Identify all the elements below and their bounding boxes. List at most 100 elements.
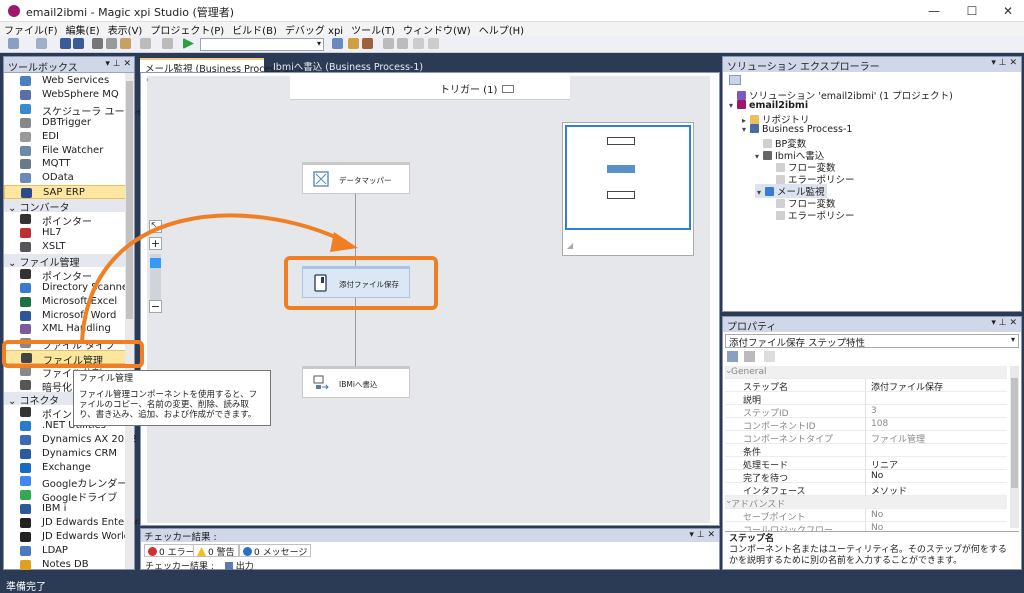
toolbox-item[interactable]: XML Handling — [4, 322, 126, 336]
menu-item[interactable]: 編集(E) — [66, 22, 100, 37]
tree-node[interactable]: ▾ Business Process-1 — [742, 124, 852, 135]
run-icon[interactable] — [183, 38, 194, 49]
property-row[interactable]: 説明 — [725, 392, 1007, 406]
minimap[interactable]: ◢ — [562, 122, 694, 256]
chevron-down-icon[interactable]: ▾ — [742, 125, 750, 134]
zoom-out-button[interactable]: − — [149, 300, 162, 313]
menu-item[interactable]: デバッグ xpi — [285, 22, 343, 37]
property-row[interactable]: コンポーネントID 108 — [725, 418, 1007, 432]
minimize-button[interactable]: — — [916, 0, 952, 22]
menu-item[interactable]: ツール(T) — [351, 22, 395, 37]
property-row[interactable]: 処理モード リニア — [725, 457, 1007, 471]
toolbox-item[interactable]: IBM i — [4, 502, 126, 516]
properties-scrollbar[interactable] — [1010, 366, 1019, 528]
new-item-icon[interactable] — [8, 38, 19, 49]
toolbox-item[interactable]: LDAP — [4, 544, 126, 558]
toolbox-scrollbar[interactable] — [125, 73, 134, 569]
cut-icon[interactable] — [92, 38, 103, 49]
scroll-thumb[interactable] — [1011, 378, 1018, 488]
toolbox-item[interactable]: EDI — [4, 130, 126, 144]
property-pages-icon[interactable] — [764, 351, 775, 362]
toolbox-item[interactable]: JD Edwards World — [4, 530, 130, 544]
layout-icon[interactable] — [383, 38, 394, 49]
show-all-files-icon[interactable] — [729, 75, 741, 85]
save-all-icon[interactable] — [73, 38, 84, 49]
maximize-button[interactable]: ☐ — [954, 0, 990, 22]
toolbox-item[interactable]: OData — [4, 171, 126, 185]
property-row[interactable]: ステップ名 添付ファイル保存 — [725, 379, 1007, 393]
chevron-down-icon[interactable]: ▾ — [755, 152, 763, 161]
toolbox-item[interactable]: JD Edwards Enterprise... — [4, 516, 162, 530]
tree-node[interactable]: ▾ email2ibmi — [729, 100, 808, 111]
property-row[interactable]: 完了を待つ No — [725, 470, 1007, 484]
property-value[interactable]: No — [871, 510, 883, 520]
find-icon[interactable] — [332, 38, 343, 49]
toolbox-item[interactable]: Web Services — [4, 74, 126, 88]
toolbox-item[interactable]: Exchange — [4, 461, 126, 475]
toolbox-item[interactable]: Notes DB — [4, 558, 126, 572]
zoom-in-button[interactable]: + — [149, 237, 162, 250]
toolbox-item[interactable]: Googleドライブ — [4, 488, 126, 504]
tab-mail-watch[interactable]: メール監視 (Business Process-1) ✕ — [140, 58, 305, 75]
output-tab[interactable]: 出力 — [236, 562, 254, 572]
toolbox-item[interactable]: Microsoft Excel — [4, 295, 126, 309]
menu-item[interactable]: ファイル(F) — [4, 22, 58, 37]
menu-item[interactable]: 表示(V) — [108, 22, 143, 37]
property-category[interactable]: ⌄ アドバンスド — [725, 496, 1007, 510]
property-value[interactable]: 3 — [871, 406, 877, 416]
debug-icon[interactable] — [362, 38, 373, 49]
chevron-down-icon[interactable]: ▾ — [757, 188, 765, 197]
toolbox-item[interactable]: スケジューラ ユーティリティ — [4, 102, 173, 118]
property-row[interactable]: 条件 — [725, 444, 1007, 458]
property-row[interactable]: インタフェース メソッド — [725, 483, 1007, 497]
object-selector[interactable]: 添付ファイル保存 ステップ特性 ▾ — [725, 334, 1019, 349]
categorized-icon[interactable] — [727, 351, 738, 362]
property-category[interactable]: ⌄ General — [725, 366, 1007, 379]
tab-ibmi-write[interactable]: Ibmiへ書込 (Business Process-1) — [268, 58, 448, 73]
toolbox-item[interactable]: Directory Scanner — [4, 281, 132, 295]
toolbox-category[interactable]: ⌄ コンバータ — [4, 199, 126, 214]
menu-item[interactable]: プロジェクト(P) — [150, 22, 224, 37]
property-row[interactable]: ステップID 3 — [725, 405, 1007, 419]
build-icon[interactable] — [348, 38, 359, 49]
alphabetical-icon[interactable] — [743, 351, 755, 362]
toolbox-item[interactable]: Googleカレンダー — [4, 474, 127, 490]
property-row[interactable]: コンポーネントタイプ ファイル管理 — [725, 431, 1007, 445]
add-item-icon[interactable] — [36, 38, 47, 49]
scroll-thumb[interactable] — [126, 81, 133, 319]
rotate-right-icon[interactable] — [428, 38, 439, 49]
step-data-mapper[interactable]: データマッパー — [302, 162, 410, 194]
step-write-ibmi[interactable]: IBMiへ書込 — [302, 366, 410, 398]
errors-filter-button[interactable]: 0 エラー — [144, 544, 199, 558]
align-icon[interactable] — [397, 38, 408, 49]
property-value[interactable]: 108 — [871, 419, 888, 429]
toolbox-item[interactable]: Microsoft Word — [4, 309, 126, 323]
toolbox-item[interactable]: File Watcher — [4, 144, 126, 158]
chevron-down-icon[interactable]: ▾ — [729, 101, 737, 110]
warnings-filter-button[interactable]: 0 警告 — [193, 544, 239, 558]
toolbox-item[interactable]: HL7 — [4, 226, 126, 240]
resize-grip-icon[interactable]: ◢ — [567, 241, 573, 250]
tree-node[interactable]: エラーポリシー — [768, 208, 855, 222]
toolbox-item[interactable]: WebSphere MQ — [4, 88, 126, 102]
checker-tab[interactable]: チェッカー結果 : — [145, 562, 214, 572]
property-row[interactable]: セーブポイント No — [725, 509, 1007, 523]
menu-item[interactable]: ヘルプ(H) — [479, 22, 524, 37]
panel-pin-icons[interactable]: ▾ ⊥ ✕ — [991, 318, 1017, 328]
panel-pin-icons[interactable]: ▾ ⊥ ✕ — [991, 58, 1017, 68]
messages-filter-button[interactable]: 0 メッセージ — [239, 544, 312, 558]
menu-item[interactable]: ウィンドウ(W) — [403, 22, 471, 37]
panel-pin-icons[interactable]: ▾ ⊥ ✕ — [689, 530, 715, 540]
property-value[interactable]: No — [871, 471, 883, 481]
paste-icon[interactable] — [120, 38, 131, 49]
save-icon[interactable] — [60, 38, 71, 49]
panel-pin-icons[interactable]: ▾ ⊥ ✕ — [105, 59, 131, 69]
toolbox-item[interactable]: DBTrigger — [4, 116, 126, 130]
toolbox-item[interactable]: ポインター — [4, 267, 126, 283]
zoom-slider-handle[interactable] — [150, 258, 161, 268]
copy-icon[interactable] — [106, 38, 117, 49]
configuration-select[interactable]: ▾ — [200, 38, 324, 51]
toolbox-item[interactable]: SAP ERP — [4, 185, 126, 200]
toolbox-item[interactable]: ポインター — [4, 212, 126, 228]
toolbox-category[interactable]: ⌄ ファイル管理 — [4, 253, 126, 269]
